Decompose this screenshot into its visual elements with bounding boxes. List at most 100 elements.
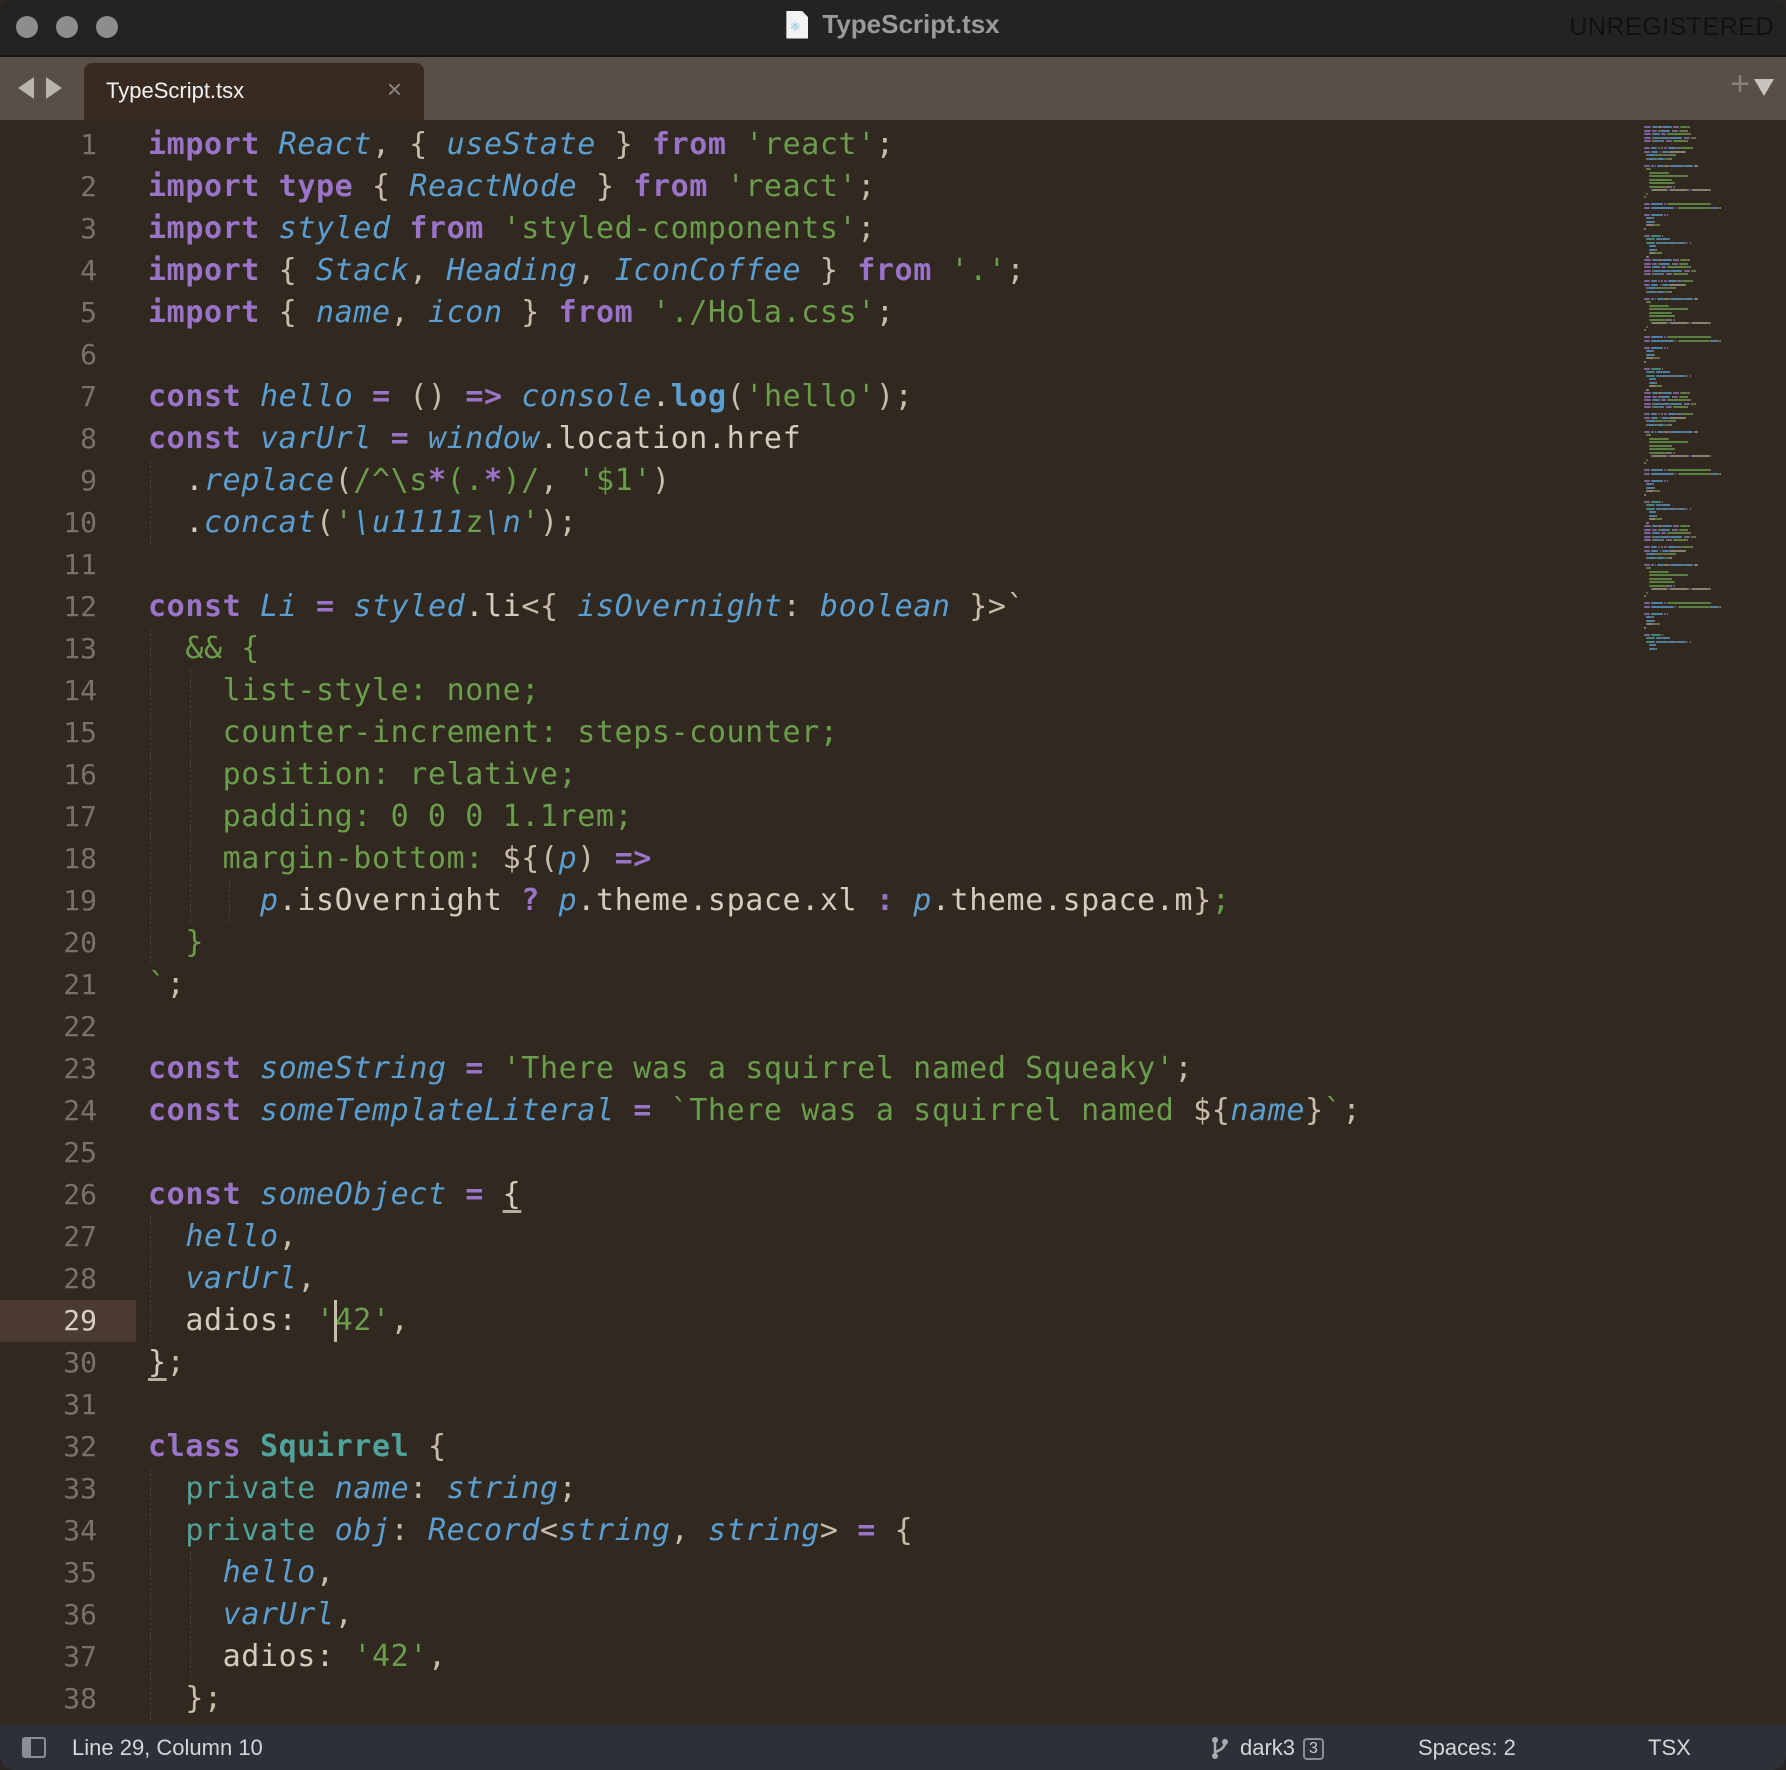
- code-token: =>: [465, 379, 503, 414]
- minimap-mark: [1687, 640, 1689, 643]
- minimap-mark: [1684, 164, 1694, 167]
- changes-badge: 3: [1303, 1738, 1324, 1760]
- minimap-mark: [1646, 371, 1655, 373]
- code-token: name: [1230, 1093, 1306, 1128]
- minimap-mark: [1689, 133, 1691, 135]
- minimap-mark: [1644, 346, 1650, 349]
- code-token: styled: [353, 589, 466, 624]
- sidebar-toggle-icon[interactable]: [22, 1737, 46, 1758]
- minimap-mark: [1660, 280, 1664, 282]
- minimap-mark: [1692, 322, 1709, 324]
- cursor-position[interactable]: Line 29, Column 10: [72, 1735, 263, 1761]
- new-tab-icon[interactable]: +: [1730, 67, 1750, 101]
- minimap-mark: [1690, 280, 1694, 282]
- indent-guide: [150, 628, 151, 964]
- code-token: Record: [427, 1513, 540, 1548]
- minimap-mark: [1680, 525, 1689, 527]
- minimap-mark: [1666, 322, 1668, 324]
- minimap-mark: [1644, 129, 1652, 132]
- code-line: p.isOvernight ? p.theme.space.xl : p.the…: [148, 880, 1231, 922]
- minimap-mark: [1648, 514, 1656, 517]
- code-line: list-style: none;: [148, 670, 540, 712]
- close-tab-icon[interactable]: ×: [387, 76, 402, 102]
- minimap-mark: [1644, 395, 1652, 398]
- minimap-mark: [1689, 507, 1691, 510]
- code-token: .theme.space.m: [931, 883, 1194, 918]
- code-token: .location.href: [539, 421, 802, 456]
- git-branch-icon: [1212, 1737, 1228, 1759]
- code-token: =: [857, 1513, 876, 1548]
- code-token: const: [148, 379, 242, 414]
- minimap-mark: [1644, 399, 1652, 401]
- minimap-mark: [1669, 423, 1672, 426]
- code-token: isOvernight: [577, 589, 783, 624]
- code-token: ,: [409, 253, 447, 288]
- minimap-mark: [1662, 416, 1670, 419]
- minimap-mark: [1689, 266, 1691, 268]
- minimap-mark: [1677, 374, 1685, 377]
- minimap-mark: [1664, 413, 1667, 415]
- code-token: import: [148, 253, 260, 288]
- minimap-mark: [1652, 217, 1654, 219]
- tab-typescript-tsx[interactable]: TypeScript.tsx ×: [84, 63, 424, 120]
- minimap-mark: [1644, 612, 1650, 615]
- minimap-mark: [1672, 129, 1678, 132]
- minimap-mark: [1670, 430, 1684, 433]
- minimap-mark: [1648, 248, 1656, 251]
- minimap-mark: [1647, 556, 1655, 559]
- minimap-mark: [1646, 623, 1654, 625]
- indentation-setting[interactable]: Spaces: 2: [1418, 1735, 1516, 1761]
- code-token: {: [259, 295, 316, 330]
- minimap-mark: [1644, 532, 1652, 534]
- minimap-mark: [1658, 546, 1660, 548]
- minimap-mark: [1664, 280, 1667, 282]
- minimap-mark: [1688, 455, 1690, 457]
- minimap-mark: [1666, 266, 1690, 268]
- line-number: 33: [63, 1472, 97, 1505]
- code-token: =: [633, 1093, 652, 1128]
- minimap-mark: [1644, 280, 1650, 282]
- git-branch[interactable]: dark3 3: [1240, 1735, 1324, 1761]
- minimap-mark: [1645, 360, 1647, 363]
- code-token: =>: [614, 841, 652, 876]
- minimap-mark: [1660, 385, 1662, 387]
- minimap-mark: [1662, 504, 1670, 506]
- code-token: }: [1193, 883, 1212, 918]
- minimap-mark: [1659, 539, 1665, 541]
- minimap-mark: [1652, 588, 1667, 590]
- line-number: 14: [63, 674, 97, 707]
- minimap-mark: [1666, 406, 1672, 408]
- code-token: icon: [427, 295, 503, 330]
- indent-guide: [150, 1216, 151, 1342]
- minimap-mark: [1689, 399, 1691, 401]
- minimap-mark: [1670, 451, 1672, 454]
- minimap-mark: [1669, 504, 1671, 506]
- code-line: import React, { useState } from 'react';: [148, 124, 895, 166]
- minimap-mark: [1644, 500, 1650, 503]
- code-token: string: [707, 1513, 820, 1548]
- tab-menu-icon[interactable]: [1754, 79, 1774, 96]
- line-number: 30: [63, 1346, 97, 1379]
- minimap[interactable]: [1636, 120, 1786, 1725]
- code-line: const someTemplateLiteral = `There was a…: [148, 1090, 1361, 1132]
- back-arrow-icon[interactable]: [18, 77, 34, 99]
- code-token: z: [465, 505, 484, 540]
- minimap-mark: [1660, 266, 1666, 268]
- line-number: 25: [63, 1136, 97, 1169]
- minimap-mark: [1652, 262, 1658, 265]
- minimap-mark: [1662, 637, 1670, 639]
- syntax-selector[interactable]: TSX: [1648, 1735, 1691, 1761]
- minimap-mark: [1644, 150, 1650, 153]
- code-editor[interactable]: 1 2 3 4 5 6 7 8 9 10 11 12 13 14 15 16 17 18 19 20 21 22 23 24 2…: [0, 120, 1786, 1725]
- code-token: ': [521, 505, 540, 540]
- code-token: useState: [446, 127, 596, 162]
- forward-arrow-icon[interactable]: [46, 77, 62, 99]
